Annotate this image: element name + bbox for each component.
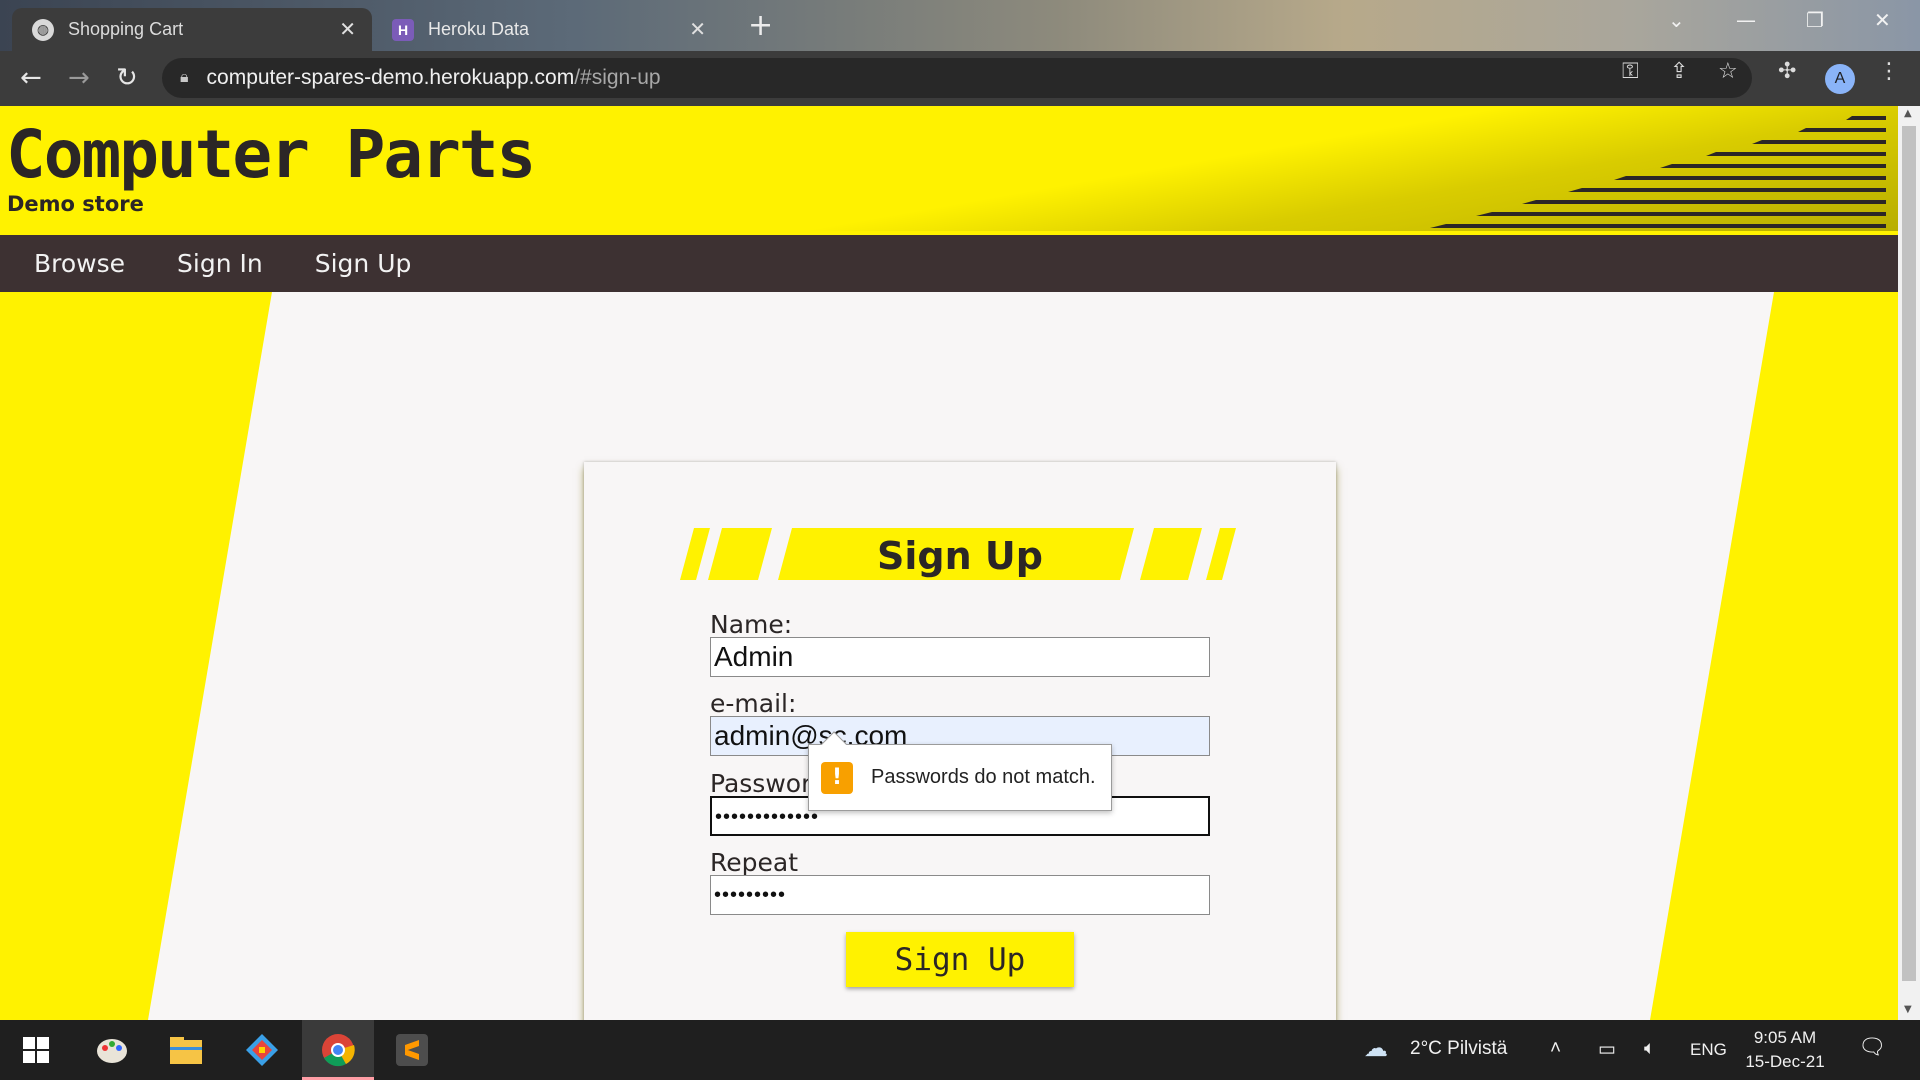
key-icon[interactable]: ⚿ (1622, 59, 1639, 84)
scroll-down-arrow-icon[interactable]: ▼ (1904, 1004, 1912, 1015)
sign-up-button[interactable]: Sign Up (846, 932, 1074, 987)
close-tab-icon[interactable]: ✕ (339, 17, 356, 42)
system-clock[interactable]: 9:05 AM 15-Dec-21 (1740, 1026, 1830, 1074)
lock-icon[interactable]: 🔒︎ (180, 69, 189, 87)
new-tab-button[interactable]: + (748, 8, 773, 43)
os-taskbar: ☁ 2°C Pilvistä ˄ ▭ 🔈︎ ENG 9:05 AM 15-Dec… (0, 1020, 1920, 1080)
chrome-icon[interactable] (320, 1032, 356, 1068)
minimize-button[interactable]: — (1736, 8, 1756, 32)
weather-text[interactable]: 2°C Pilvistä (1410, 1038, 1507, 1060)
notification-center-icon[interactable]: 🗨︎ (1858, 1034, 1886, 1060)
nav-browse[interactable]: Browse (34, 249, 125, 278)
reload-icon[interactable]: ↻ (116, 63, 138, 93)
scrollbar-thumb[interactable] (1902, 126, 1916, 981)
bookmark-star-icon[interactable]: ☆ (1718, 59, 1738, 84)
site-subtitle: Demo store (7, 192, 144, 216)
url-host: computer-spares-demo.herokuapp.com (206, 66, 575, 89)
url-path: /#sign-up (574, 66, 661, 89)
tab-search-icon[interactable]: ⌄ (1668, 8, 1685, 32)
language-indicator[interactable]: ENG (1690, 1040, 1727, 1060)
menu-kebab-icon[interactable]: ⋮ (1878, 59, 1900, 84)
email-label: e-mail: (710, 689, 797, 718)
close-window-button[interactable]: ✕ (1874, 8, 1891, 32)
share-icon[interactable]: ⇪ (1670, 59, 1688, 84)
windows-start-icon[interactable] (18, 1032, 54, 1068)
repeat-password-label: Repeat (710, 848, 799, 877)
close-tab-icon[interactable]: ✕ (689, 17, 706, 42)
page-viewport: Computer Parts Demo store Browse Sign In… (0, 106, 1898, 1020)
main-content: Sign Up Name: Admin e-mail: admin@sc.com… (0, 292, 1898, 1020)
heroku-icon: H (392, 18, 414, 41)
sublime-text-icon[interactable] (394, 1032, 430, 1068)
dev-tool-icon[interactable] (244, 1032, 280, 1068)
nav-sign-in[interactable]: Sign In (177, 249, 263, 278)
browser-toolbar: ← → ↻ 🔒︎ computer-spares-demo.herokuapp.… (0, 51, 1920, 106)
battery-icon[interactable]: ▭ (1598, 1038, 1616, 1061)
file-explorer-icon[interactable] (168, 1032, 204, 1068)
weather-cloud-icon[interactable]: ☁ (1364, 1034, 1388, 1063)
clock-date: 15-Dec-21 (1745, 1052, 1825, 1071)
form-heading: Sign Up (877, 534, 1043, 578)
nav-sign-up[interactable]: Sign Up (315, 249, 412, 278)
scroll-up-arrow-icon[interactable]: ▲ (1904, 108, 1912, 119)
back-icon[interactable]: ← (20, 63, 42, 93)
page-scrollbar[interactable]: ▲ ▼ (1898, 106, 1920, 1020)
card-heading-banner: Sign Up (680, 528, 1240, 584)
site-header: Computer Parts Demo store (0, 106, 1898, 235)
tab-heroku-data[interactable]: H Heroku Data ✕ (372, 8, 722, 51)
clock-time: 9:05 AM (1753, 1028, 1817, 1047)
validation-tooltip: ! Passwords do not match. (808, 731, 1112, 811)
site-title: Computer Parts (6, 116, 536, 193)
main-nav: Browse Sign In Sign Up (0, 235, 1898, 292)
tab-shopping-cart[interactable]: ◍ Shopping Cart ✕ (12, 8, 372, 51)
paint-app-icon[interactable] (94, 1032, 130, 1068)
repeat-password-input[interactable]: ••••••••• (710, 875, 1210, 915)
globe-icon: ◍ (32, 18, 54, 41)
warning-icon: ! (821, 761, 853, 794)
extensions-icon[interactable]: ✣ (1778, 59, 1796, 84)
tray-chevron-up-icon[interactable]: ˄ (1550, 1038, 1561, 1060)
name-label: Name: (710, 610, 793, 639)
address-bar[interactable]: 🔒︎ computer-spares-demo.herokuapp.com/#s… (162, 58, 1752, 98)
restore-button[interactable]: ❐ (1806, 8, 1824, 32)
header-stripes-decoration (1430, 116, 1886, 228)
browser-titlebar: ◍ Shopping Cart ✕ H Heroku Data ✕ + ⌄ — … (0, 0, 1920, 51)
validation-message: Passwords do not match. (871, 766, 1096, 788)
name-input[interactable]: Admin (710, 637, 1210, 677)
tab-title: Heroku Data (428, 19, 530, 39)
forward-icon[interactable]: → (68, 63, 90, 93)
sign-up-card: Sign Up Name: Admin e-mail: admin@sc.com… (584, 462, 1336, 1020)
speaker-muted-icon[interactable]: 🔈︎ (1644, 1038, 1655, 1060)
tab-title: Shopping Cart (68, 19, 184, 39)
profile-avatar[interactable]: A (1825, 64, 1855, 94)
